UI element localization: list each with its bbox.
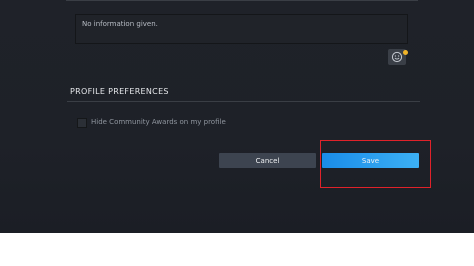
profile-edit-panel: No information given. PROFILE PREFERENCE…: [0, 0, 474, 233]
page-bottom-blank: [0, 233, 474, 266]
save-button[interactable]: Save: [322, 153, 419, 168]
hide-awards-checkbox[interactable]: [77, 118, 87, 128]
top-divider: [66, 0, 418, 1]
section-title: PROFILE PREFERENCES: [70, 87, 169, 96]
save-button-label: Save: [361, 156, 380, 165]
section-divider: [67, 101, 420, 102]
smiley-icon: [391, 51, 403, 63]
emoji-notification-dot: [403, 50, 408, 55]
summary-text: No information given.: [82, 20, 158, 28]
cancel-button[interactable]: Cancel: [219, 153, 316, 168]
summary-field[interactable]: No information given.: [75, 14, 408, 44]
hide-awards-label[interactable]: Hide Community Awards on my profile: [91, 118, 226, 126]
cancel-button-label: Cancel: [255, 156, 280, 165]
